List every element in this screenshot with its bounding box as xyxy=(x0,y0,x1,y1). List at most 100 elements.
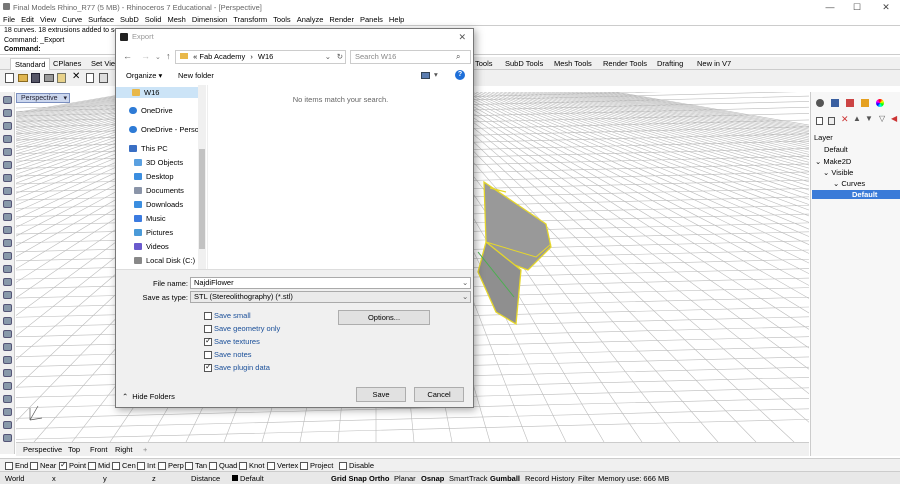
delete-layer-icon[interactable]: ✕ xyxy=(841,114,849,125)
render-icon[interactable] xyxy=(861,99,869,107)
viewport-label[interactable]: Perspective ▾ xyxy=(16,93,70,103)
view-dropdown-icon[interactable]: ▾ xyxy=(434,70,438,79)
save-button[interactable]: Save xyxy=(356,387,406,402)
checkbox[interactable] xyxy=(204,336,212,346)
toggle-record-history[interactable]: Record History xyxy=(525,474,575,483)
checkbox[interactable] xyxy=(209,461,217,470)
menu-analyze[interactable]: Analyze xyxy=(294,15,327,24)
close-button[interactable]: ✕ xyxy=(872,0,900,14)
menu-solid[interactable]: Solid xyxy=(142,15,165,24)
toggle-filter[interactable]: Filter xyxy=(578,474,595,483)
layers-icon[interactable] xyxy=(831,99,839,107)
osnap-end[interactable]: End xyxy=(5,461,28,470)
menu-render[interactable]: Render xyxy=(326,15,357,24)
checkbox[interactable] xyxy=(185,461,193,470)
layer-item-visible[interactable]: ⌄ Visible xyxy=(823,168,853,177)
view-options-icon[interactable] xyxy=(421,72,430,79)
cut-icon[interactable]: ✕ xyxy=(72,71,80,82)
forward-arrow-icon[interactable]: → xyxy=(141,51,150,61)
breadcrumb-w16[interactable]: W16 xyxy=(258,52,273,61)
maximize-button[interactable]: ☐ xyxy=(843,0,871,14)
fillet-icon[interactable] xyxy=(3,226,12,234)
toggle-ortho[interactable]: Ortho xyxy=(369,474,389,483)
polyline-icon[interactable] xyxy=(3,135,12,143)
array-icon[interactable] xyxy=(3,369,12,377)
option-save-textures[interactable]: Save textures xyxy=(204,336,260,346)
print-icon[interactable] xyxy=(44,74,54,82)
toggle-gumball[interactable]: Gumball xyxy=(490,474,520,483)
checkbox[interactable] xyxy=(204,324,212,333)
menu-dimension[interactable]: Dimension xyxy=(189,15,230,24)
layer-item-default[interactable]: Default xyxy=(824,145,848,154)
file-list[interactable]: No items match your search. xyxy=(208,85,473,269)
nav-item-w16[interactable]: W16 xyxy=(116,87,198,98)
trim-icon[interactable] xyxy=(3,382,12,390)
save-type-select[interactable]: STL (Stereolithography) (*.stl) xyxy=(190,291,471,303)
cancel-button[interactable]: Cancel xyxy=(414,387,464,402)
help-icon[interactable]: ? xyxy=(455,70,465,80)
save-file-icon[interactable] xyxy=(31,73,40,83)
layer-item-curves[interactable]: ⌄ Curves xyxy=(833,179,865,188)
new-sublayer-icon[interactable] xyxy=(828,117,835,125)
text-icon[interactable] xyxy=(3,434,12,442)
osnap-int[interactable]: Int xyxy=(137,461,155,470)
options-button[interactable]: Options... xyxy=(338,310,430,325)
properties-icon[interactable] xyxy=(816,99,824,107)
checkbox[interactable] xyxy=(5,461,13,470)
cplane-world[interactable]: World xyxy=(5,474,24,483)
checkbox[interactable] xyxy=(239,461,247,470)
extrude-icon[interactable] xyxy=(3,252,12,260)
import-icon[interactable] xyxy=(57,73,66,83)
layer-tools-icon[interactable]: ◀ xyxy=(891,114,897,123)
transform-icon[interactable] xyxy=(3,304,12,312)
tab-drafting[interactable]: Drafting xyxy=(657,58,683,70)
layer-item-make2d[interactable]: ⌄ Make2D xyxy=(815,157,851,166)
checkbox[interactable] xyxy=(30,461,38,470)
circle-icon[interactable] xyxy=(3,148,12,156)
environment-icon[interactable] xyxy=(876,99,884,107)
rectangle-icon[interactable] xyxy=(3,187,12,195)
move-up-icon[interactable]: ▲ xyxy=(853,114,861,123)
tab-new-in-v7[interactable]: New in V7 xyxy=(697,58,731,70)
search-icon[interactable]: ⌕ xyxy=(456,52,460,62)
osnap-near[interactable]: Near xyxy=(30,461,56,470)
checkbox[interactable] xyxy=(158,461,166,470)
move-icon[interactable] xyxy=(3,317,12,325)
menu-curve[interactable]: Curve xyxy=(59,15,85,24)
osnap-quad[interactable]: Quad xyxy=(209,461,237,470)
menu-mesh[interactable]: Mesh xyxy=(164,15,188,24)
toggle-planar[interactable]: Planar xyxy=(394,474,416,483)
new-folder-button[interactable]: New folder xyxy=(178,71,214,80)
curve-icon[interactable] xyxy=(3,213,12,221)
nav-item-documents[interactable]: Documents xyxy=(134,186,184,195)
save-type-dropdown-icon[interactable]: ⌄ xyxy=(462,292,468,301)
nav-item-downloads[interactable]: Downloads xyxy=(134,200,183,209)
osnap-tan[interactable]: Tan xyxy=(185,461,207,470)
refresh-icon[interactable]: ↻ xyxy=(337,51,343,63)
osnap-mid[interactable]: Mid xyxy=(88,461,110,470)
join-icon[interactable] xyxy=(3,408,12,416)
open-file-icon[interactable] xyxy=(18,74,28,82)
current-layer[interactable]: Default xyxy=(232,474,264,483)
nav-item-onedrive-personal[interactable]: OneDrive - Person xyxy=(129,125,203,134)
file-name-dropdown-icon[interactable]: ⌄ xyxy=(462,278,468,287)
file-name-input[interactable]: NajdiFlower xyxy=(190,277,471,289)
hide-folders-toggle[interactable]: ⌃ Hide Folders xyxy=(122,392,175,401)
nav-item-music[interactable]: Music xyxy=(134,214,166,223)
tab-perspective[interactable]: Perspective xyxy=(23,445,62,454)
checkbox[interactable] xyxy=(112,461,120,470)
add-viewport-tab-button[interactable]: + xyxy=(143,445,147,454)
checkbox[interactable] xyxy=(339,461,347,470)
back-arrow-icon[interactable]: ← xyxy=(123,51,132,61)
option-save-small[interactable]: Save small xyxy=(204,311,251,320)
filter-icon[interactable]: ▽ xyxy=(879,114,885,123)
tab-subd-tools[interactable]: SubD Tools xyxy=(505,58,543,70)
osnap-project[interactable]: Project xyxy=(300,461,333,470)
minimize-button[interactable]: — xyxy=(816,0,844,14)
osnap-point[interactable]: Point xyxy=(59,460,86,470)
nav-item-desktop[interactable]: Desktop xyxy=(134,172,174,181)
osnap-knot[interactable]: Knot xyxy=(239,461,264,470)
menu-file[interactable]: File xyxy=(0,15,18,24)
tab-standard[interactable]: Standard xyxy=(10,58,51,70)
polygon-icon[interactable] xyxy=(3,200,12,208)
